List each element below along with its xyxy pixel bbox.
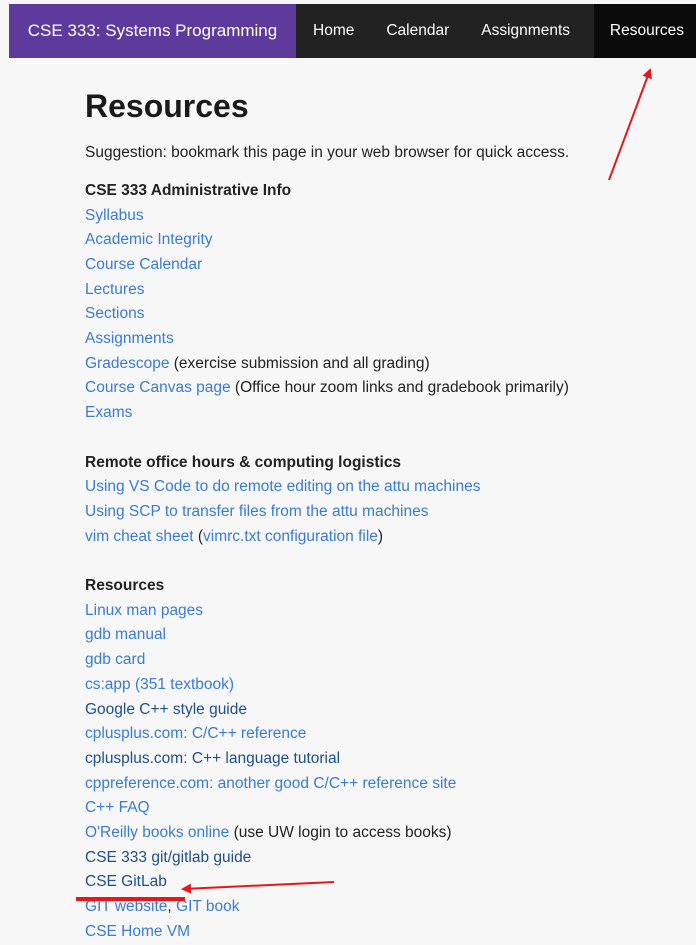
nav-resources[interactable]: Resources <box>593 4 696 58</box>
scp-link[interactable]: Using SCP to transfer files from the att… <box>85 503 428 520</box>
resources-heading: Resources <box>85 577 165 595</box>
exams-link[interactable]: Exams <box>85 404 132 421</box>
nav-home[interactable]: Home <box>297 4 370 58</box>
suggestion-text: Suggestion: bookmark this page in your w… <box>85 143 570 161</box>
syllabus-link[interactable]: Syllabus <box>85 207 144 224</box>
top-navbar: CSE 333: Systems Programming Home Calend… <box>9 4 696 58</box>
site-brand-link[interactable]: CSE 333: Systems Programming <box>9 4 296 58</box>
git-book-link[interactable]: GIT book <box>176 898 239 915</box>
vim-paren-close: ) <box>377 527 384 545</box>
canvas-note: (Office hour zoom links and gradebook pr… <box>230 379 569 397</box>
assignments-link[interactable]: Assignments <box>85 330 174 347</box>
gradescope-link[interactable]: Gradescope <box>85 355 169 372</box>
gdb-manual-link[interactable]: gdb manual <box>85 626 166 643</box>
nav-assignments[interactable]: Assignments <box>465 4 586 58</box>
git-comma: , <box>167 898 177 916</box>
main-content: Resources Suggestion: bookmark this page… <box>85 88 675 945</box>
csapp-link[interactable]: cs:app (351 textbook) <box>85 676 234 693</box>
vim-cheatsheet-link[interactable]: vim cheat sheet <box>85 528 194 545</box>
gdb-card-link[interactable]: gdb card <box>85 651 145 668</box>
remote-logistics-heading: Remote office hours & computing logistic… <box>85 453 402 471</box>
cpp-faq-link[interactable]: C++ FAQ <box>85 799 150 816</box>
oreilly-link[interactable]: O'Reilly books online <box>85 824 229 841</box>
academic-integrity-link[interactable]: Academic Integrity <box>85 231 213 248</box>
canvas-link[interactable]: Course Canvas page <box>85 379 231 396</box>
oreilly-note: (use UW login to access books) <box>229 824 452 842</box>
git-website-link[interactable]: GIT website <box>85 898 167 915</box>
page-title: Resources <box>85 88 249 124</box>
vim-paren-open: ( <box>193 527 204 545</box>
nav-calendar[interactable]: Calendar <box>370 4 465 58</box>
linux-man-link[interactable]: Linux man pages <box>85 602 203 619</box>
git-guide-link[interactable]: CSE 333 git/gitlab guide <box>85 849 251 866</box>
vscode-link[interactable]: Using VS Code to do remote editing on th… <box>85 478 481 495</box>
admin-info-heading: CSE 333 Administrative Info <box>85 181 292 199</box>
cplusplus-reference-link[interactable]: cplusplus.com: C/C++ reference <box>85 725 306 742</box>
cppreference-link[interactable]: cppreference.com: another good C/C++ ref… <box>85 775 456 792</box>
vimrc-link[interactable]: vimrc.txt configuration file <box>203 528 378 545</box>
sections-link[interactable]: Sections <box>85 305 144 322</box>
cse-gitlab-link[interactable]: CSE GitLab <box>85 873 167 890</box>
cse-home-vm-link[interactable]: CSE Home VM <box>85 923 190 940</box>
google-style-link[interactable]: Google C++ style guide <box>85 701 247 718</box>
cplusplus-tutorial-link[interactable]: cplusplus.com: C++ language tutorial <box>85 750 340 767</box>
gradescope-note: (exercise submission and all grading) <box>169 354 430 372</box>
lectures-link[interactable]: Lectures <box>85 281 144 298</box>
course-calendar-link[interactable]: Course Calendar <box>85 256 202 273</box>
